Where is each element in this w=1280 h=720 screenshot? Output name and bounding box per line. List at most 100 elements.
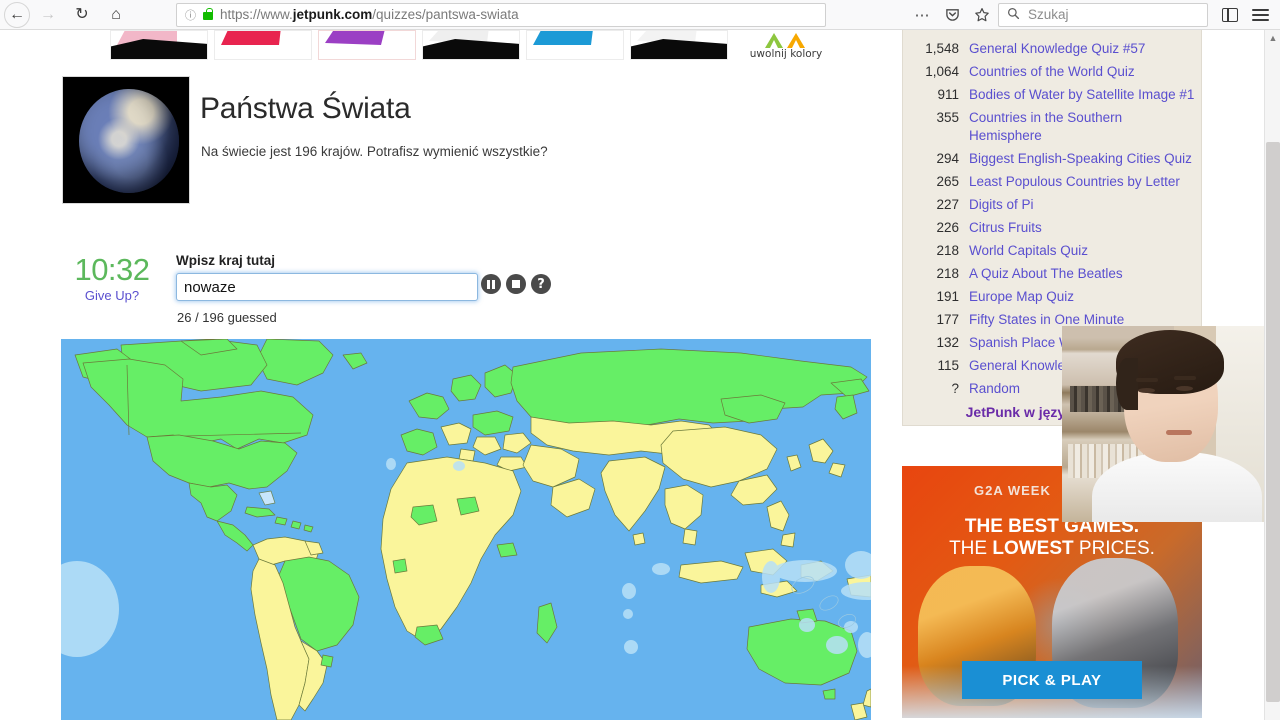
- quiz-count: 294: [936, 151, 959, 166]
- earth-globe-image: [79, 89, 179, 193]
- list-item[interactable]: 911 Bodies of Water by Satellite Image #…: [903, 86, 1201, 104]
- back-arrow-icon[interactable]: ←: [4, 1, 30, 28]
- answer-input[interactable]: [176, 273, 478, 301]
- stop-icon: [512, 280, 520, 288]
- person-brow-right: [1174, 376, 1196, 380]
- quiz-count: 265: [936, 174, 959, 189]
- list-item[interactable]: 227 Digits of Pi: [903, 196, 1201, 214]
- address-bar[interactable]: ⓘ https://www.jetpunk.com/quizzes/pantsw…: [176, 2, 826, 27]
- ad-headline-2-pre: THE: [949, 538, 993, 559]
- list-item[interactable]: 355 Countries in the Southern Hemisphere: [903, 109, 1201, 145]
- search-icon: [1007, 7, 1020, 23]
- quiz-thumbnail: [62, 76, 190, 204]
- browser-toolbar: ← → ↻ ⌂ ⓘ https://www.jetpunk.com/quizze…: [0, 0, 1280, 30]
- list-item[interactable]: 218 A Quiz About The Beatles: [903, 265, 1201, 283]
- scrollbar-thumb[interactable]: [1266, 142, 1280, 702]
- quiz-link[interactable]: Countries of the World Quiz: [969, 63, 1135, 81]
- list-item[interactable]: 265 Least Populous Countries by Letter: [903, 173, 1201, 191]
- question-mark-icon: ?: [537, 276, 545, 292]
- quiz-link[interactable]: Random: [969, 380, 1020, 398]
- quiz-controls: ?: [481, 274, 551, 294]
- sidebar-toggle-icon[interactable]: [1216, 2, 1244, 28]
- quiz-link[interactable]: Citrus Fruits: [969, 219, 1042, 237]
- star-glyph: [975, 7, 989, 21]
- quiz-count: 1,064: [925, 64, 959, 79]
- quiz-link[interactable]: Europe Map Quiz: [969, 288, 1074, 306]
- browser-search-box[interactable]: Szukaj: [998, 2, 1208, 27]
- quiz-link[interactable]: General Knowledge Quiz #57: [969, 40, 1145, 58]
- person-brow-left: [1136, 378, 1158, 382]
- page-viewport: uwolnij kolory Państwa Świata Na świecie…: [0, 30, 1280, 720]
- ad-art: [533, 31, 593, 45]
- quiz-link[interactable]: Countries in the Southern Hemisphere: [969, 109, 1195, 145]
- give-up-link[interactable]: Give Up?: [62, 288, 162, 303]
- help-button[interactable]: ?: [531, 274, 551, 294]
- list-item[interactable]: 218 World Capitals Quiz: [903, 242, 1201, 260]
- ad-headline-2-bold: LOWEST: [992, 538, 1074, 559]
- ad-thumbnail[interactable]: [110, 30, 208, 60]
- ad-thumbnail[interactable]: [214, 30, 312, 60]
- ad-headline-2: THE LOWEST PRICES.: [902, 538, 1202, 560]
- url-prefix: https://www.: [220, 7, 293, 22]
- toolbar-right-group: ⋯ Szukaj: [908, 2, 1280, 28]
- stop-button[interactable]: [506, 274, 526, 294]
- navigation-buttons: ← → ↻ ⌂: [0, 1, 132, 29]
- quiz-count: 355: [936, 110, 959, 125]
- pause-button[interactable]: [481, 274, 501, 294]
- webcam-overlay: [1062, 326, 1280, 522]
- page-title: Państwa Świata: [200, 92, 411, 125]
- ad-thumbnail[interactable]: [422, 30, 520, 60]
- hamburger-menu-icon[interactable]: [1246, 2, 1274, 28]
- search-placeholder: Szukaj: [1028, 7, 1069, 22]
- pick-and-play-button[interactable]: PICK & PLAY: [962, 661, 1142, 699]
- quiz-link[interactable]: World Capitals Quiz: [969, 242, 1088, 260]
- quiz-count: 115: [937, 358, 959, 373]
- forward-arrow-icon[interactable]: →: [32, 1, 64, 29]
- chevrons-icon: [765, 33, 805, 48]
- person-hair: [1116, 330, 1224, 410]
- answer-input-label: Wpisz kraj tutaj: [176, 253, 276, 268]
- ad-brand-label: G2A WEEK: [974, 483, 1051, 498]
- world-map[interactable]: [61, 339, 871, 720]
- quiz-link[interactable]: A Quiz About The Beatles: [969, 265, 1123, 283]
- ad-thumbnail[interactable]: [318, 30, 416, 60]
- quiz-link[interactable]: Biggest English-Speaking Cities Quiz: [969, 150, 1192, 168]
- list-item[interactable]: 294 Biggest English-Speaking Cities Quiz: [903, 150, 1201, 168]
- page-info-icon[interactable]: ⓘ: [185, 7, 196, 23]
- url-domain: jetpunk.com: [292, 7, 373, 22]
- quiz-link[interactable]: Bodies of Water by Satellite Image #1: [969, 86, 1194, 104]
- quiz-count: 177: [936, 312, 959, 327]
- ad-brand-logo[interactable]: uwolnij kolory: [734, 30, 838, 60]
- page-scrollbar[interactable]: ▲: [1264, 30, 1280, 720]
- quiz-count: 1,548: [925, 41, 959, 56]
- padlock-secure-icon: [203, 7, 213, 20]
- quiz-link[interactable]: Digits of Pi: [969, 196, 1034, 214]
- list-item[interactable]: 226 Citrus Fruits: [903, 219, 1201, 237]
- quiz-count: 218: [936, 243, 959, 258]
- pause-icon: [487, 279, 495, 289]
- quiz-count: 191: [936, 289, 959, 304]
- ad-thumbnail[interactable]: [630, 30, 728, 60]
- ad-logo-label: uwolnij kolory: [749, 48, 823, 60]
- person-eye-right: [1176, 386, 1193, 391]
- list-item[interactable]: 1,064 Countries of the World Quiz: [903, 63, 1201, 81]
- list-item[interactable]: 191 Europe Map Quiz: [903, 288, 1201, 306]
- pocket-icon[interactable]: [938, 2, 966, 28]
- quiz-link[interactable]: Least Populous Countries by Letter: [969, 173, 1180, 191]
- ad-art: [221, 31, 281, 45]
- quiz-count: 132: [936, 335, 959, 350]
- quiz-count: 226: [936, 220, 959, 235]
- quiz-count: 911: [937, 87, 959, 102]
- home-icon[interactable]: ⌂: [100, 1, 132, 29]
- quiz-count: 227: [936, 197, 959, 212]
- overflow-menu-icon[interactable]: ⋯: [908, 2, 936, 28]
- star-bookmark-icon[interactable]: [968, 2, 996, 28]
- ad-thumbnail[interactable]: [526, 30, 624, 60]
- top-ad-strip[interactable]: uwolnij kolory: [110, 30, 848, 62]
- pocket-glyph: [945, 9, 959, 21]
- scroll-up-arrow[interactable]: ▲: [1265, 30, 1280, 46]
- world-map-svg: [61, 339, 871, 720]
- list-item[interactable]: 1,548 General Knowledge Quiz #57: [903, 40, 1201, 58]
- quiz-count: ?: [951, 381, 959, 396]
- reload-icon[interactable]: ↻: [66, 1, 98, 29]
